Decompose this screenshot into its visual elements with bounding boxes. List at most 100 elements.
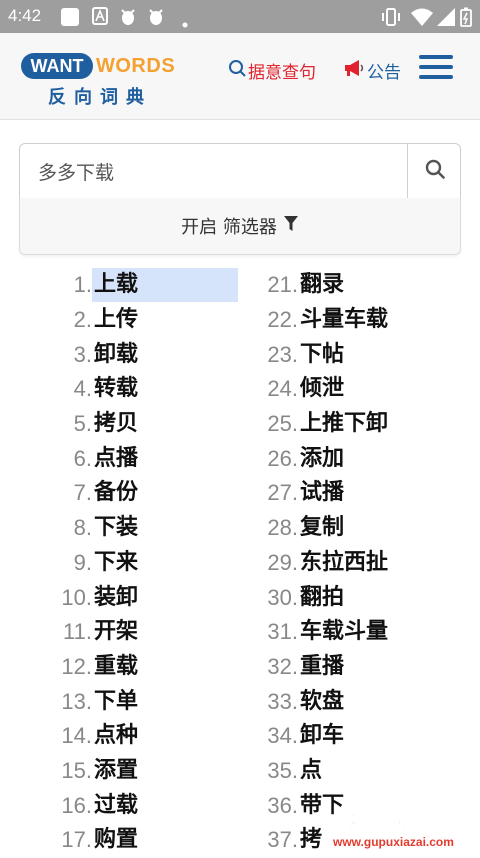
result-word[interactable]: 点播	[92, 442, 138, 476]
hamburger-menu-button[interactable]	[419, 55, 453, 83]
magnifier-icon	[425, 159, 445, 183]
result-number: 24.	[267, 376, 298, 402]
result-number: 16.	[61, 792, 92, 818]
result-word[interactable]: 点种	[92, 719, 138, 753]
result-item[interactable]: 5. 拷贝	[40, 407, 238, 442]
status-time: 4:42	[8, 6, 42, 25]
result-item[interactable]: 11. 开架	[40, 615, 238, 650]
result-word[interactable]: 拷贝	[92, 407, 138, 441]
result-item[interactable]: 7. 备份	[40, 476, 238, 511]
result-number: 21.	[267, 272, 298, 298]
results-column-left: 1. 上载 2. 上传 3. 卸载 4. 转载 5. 拷贝 6. 点播 7. 备份 8. 下装 9. 下来 10. 装…	[40, 268, 238, 858]
result-item[interactable]: 35. 点	[248, 754, 388, 789]
result-word[interactable]: 翻录	[298, 268, 344, 302]
result-word[interactable]: 复制	[298, 511, 344, 545]
result-item[interactable]: 27. 试播	[248, 476, 388, 511]
result-item[interactable]: 8. 下装	[40, 511, 238, 546]
result-number: 3.	[73, 341, 92, 367]
result-item[interactable]: 15. 添置	[40, 754, 238, 789]
result-item[interactable]: 34. 卸车	[248, 719, 388, 754]
result-item[interactable]: 32. 重播	[248, 650, 388, 685]
filter-toggle-button[interactable]: 开启 筛选器	[19, 198, 461, 255]
result-number: 33.	[267, 688, 298, 714]
result-number: 29.	[267, 549, 298, 575]
result-word[interactable]: 装卸	[92, 581, 138, 615]
logo-words: WORDS	[96, 55, 176, 77]
result-word[interactable]: 下帖	[298, 338, 344, 372]
menu-icon-bar	[419, 65, 453, 69]
result-number: 2.	[73, 307, 92, 333]
result-word[interactable]: 斗量车载	[298, 303, 388, 337]
sentence-search-link[interactable]: 据意查句	[228, 58, 316, 83]
result-item[interactable]: 23. 下帖	[248, 337, 388, 372]
result-number: 37.	[267, 827, 298, 853]
result-word[interactable]: 重播	[298, 650, 344, 684]
notice-label: 公告	[367, 63, 401, 83]
result-word[interactable]: 添置	[92, 754, 138, 788]
result-word[interactable]: 转载	[92, 372, 138, 406]
result-item[interactable]: 13. 下单	[40, 684, 238, 719]
menu-icon-bar	[419, 75, 453, 79]
notice-link[interactable]: 公告	[343, 58, 401, 83]
result-number: 36.	[267, 792, 298, 818]
result-item[interactable]: 6. 点播	[40, 441, 238, 476]
result-item[interactable]: 31. 车载斗量	[248, 615, 388, 650]
result-item[interactable]: 10. 装卸	[40, 580, 238, 615]
result-word[interactable]: 过载	[92, 789, 138, 823]
result-item[interactable]: 14. 点种	[40, 719, 238, 754]
result-item[interactable]: 28. 复制	[248, 511, 388, 546]
result-word[interactable]: 东拉西扯	[298, 546, 388, 580]
result-item[interactable]: 21. 翻录	[248, 268, 388, 303]
result-item[interactable]: 17. 购置	[40, 823, 238, 858]
signal-icon	[436, 7, 456, 31]
result-word[interactable]: 下装	[92, 511, 138, 545]
result-word[interactable]: 试播	[298, 476, 344, 510]
result-item[interactable]: 1. 上载	[40, 268, 238, 303]
result-item[interactable]: 26. 添加	[248, 441, 388, 476]
result-word[interactable]: 添加	[298, 442, 344, 476]
result-item[interactable]: 9. 下来	[40, 546, 238, 581]
search-box	[19, 143, 461, 199]
result-word[interactable]: 购置	[92, 823, 138, 857]
result-word[interactable]: 软盘	[298, 685, 344, 719]
logo-want: WANT	[21, 53, 93, 79]
result-word[interactable]: 下来	[92, 546, 138, 580]
result-item[interactable]: 25. 上推下卸	[248, 407, 388, 442]
result-word[interactable]: 卸载	[92, 338, 138, 372]
result-item[interactable]: 12. 重载	[40, 650, 238, 685]
result-number: 34.	[267, 723, 298, 749]
megaphone-icon	[343, 59, 365, 82]
result-number: 8.	[73, 515, 92, 541]
result-word[interactable]: 倾泄	[298, 372, 344, 406]
result-word[interactable]: 重载	[92, 650, 138, 684]
result-item[interactable]: 29. 东拉西扯	[248, 546, 388, 581]
search-button[interactable]	[407, 144, 461, 198]
result-item[interactable]: 24. 倾泄	[248, 372, 388, 407]
result-word[interactable]: 下单	[92, 685, 138, 719]
vibrate-icon	[380, 7, 402, 31]
search-input[interactable]	[20, 144, 406, 198]
result-item[interactable]: 4. 转载	[40, 372, 238, 407]
result-number: 32.	[267, 653, 298, 679]
filter-icon	[283, 215, 299, 238]
result-word[interactable]: 点	[298, 754, 322, 788]
result-item[interactable]: 16. 过载	[40, 788, 238, 823]
result-word[interactable]: 上载	[92, 268, 238, 303]
result-item[interactable]: 2. 上传	[40, 303, 238, 338]
result-word[interactable]: 开架	[92, 615, 138, 649]
result-number: 22.	[267, 307, 298, 333]
result-number: 31.	[267, 619, 298, 645]
result-word[interactable]: 上传	[92, 303, 138, 337]
result-item[interactable]: 33. 软盘	[248, 684, 388, 719]
result-word[interactable]: 上推下卸	[298, 407, 388, 441]
result-word[interactable]: 备份	[92, 476, 138, 510]
result-word[interactable]: 翻拍	[298, 581, 344, 615]
watermark-url: www.gupuxiazai.com	[333, 835, 454, 849]
result-item[interactable]: 22. 斗量车载	[248, 303, 388, 338]
result-word[interactable]: 车载斗量	[298, 615, 388, 649]
result-item[interactable]: 30. 翻拍	[248, 580, 388, 615]
result-word[interactable]: 拷	[298, 823, 322, 857]
battery-icon	[460, 7, 472, 31]
result-word[interactable]: 卸车	[298, 719, 344, 753]
result-item[interactable]: 3. 卸载	[40, 337, 238, 372]
